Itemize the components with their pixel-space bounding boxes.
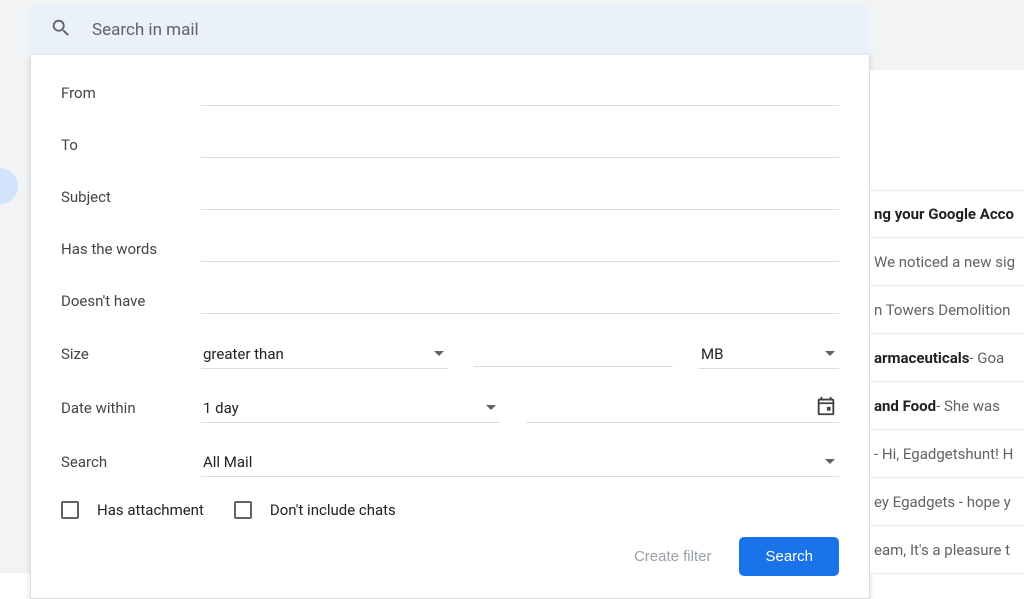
search-bar[interactable]: Search in mail bbox=[30, 5, 870, 55]
mail-row[interactable]: ey Egadgets - hope y bbox=[870, 478, 1024, 526]
size-unit-select[interactable]: MB bbox=[699, 339, 839, 369]
from-label: From bbox=[61, 84, 201, 102]
advanced-search-panel: From To Subject Has the words Doesn't ha… bbox=[30, 55, 870, 599]
from-input[interactable] bbox=[201, 80, 839, 106]
doesnt-have-label: Doesn't have bbox=[61, 292, 201, 310]
search-button[interactable]: Search bbox=[739, 537, 839, 576]
checkbox-row: Has attachment Don't include chats bbox=[61, 501, 839, 519]
mail-snippet-fragment: - Goa bbox=[969, 349, 1004, 367]
mail-snippet-fragment: We noticed a new sig bbox=[874, 253, 1015, 271]
mail-snippet-fragment: - She was bbox=[936, 397, 1000, 415]
chevron-down-icon bbox=[825, 351, 835, 356]
button-row: Create filter Search bbox=[61, 537, 839, 576]
size-label: Size bbox=[61, 345, 201, 363]
date-range-select[interactable]: 1 day bbox=[201, 393, 500, 423]
has-words-label: Has the words bbox=[61, 240, 201, 258]
chevron-down-icon bbox=[434, 351, 444, 356]
dont-include-chats-checkbox[interactable]: Don't include chats bbox=[234, 501, 396, 519]
has-words-row: Has the words bbox=[61, 235, 839, 263]
mail-subject-fragment: ng your Google Acco bbox=[874, 205, 1014, 223]
chevron-down-icon bbox=[825, 459, 835, 464]
search-icon bbox=[50, 17, 72, 43]
to-input[interactable] bbox=[201, 132, 839, 158]
from-row: From bbox=[61, 79, 839, 107]
doesnt-have-input[interactable] bbox=[201, 288, 839, 314]
has-attachment-checkbox[interactable]: Has attachment bbox=[61, 501, 204, 519]
date-row: Date within 1 day bbox=[61, 393, 839, 423]
size-comparator-select[interactable]: greater than bbox=[201, 339, 448, 369]
calendar-icon bbox=[815, 395, 839, 421]
mail-snippet-fragment: ey Egadgets - hope y bbox=[874, 493, 1011, 511]
search-scope-value: All Mail bbox=[201, 453, 252, 471]
mail-subject-fragment: armaceuticals bbox=[874, 349, 969, 367]
mail-row[interactable]: - Hi, Egadgetshunt! H bbox=[870, 430, 1024, 478]
to-label: To bbox=[61, 136, 201, 154]
date-within-label: Date within bbox=[61, 399, 201, 417]
dont-include-chats-label: Don't include chats bbox=[270, 501, 396, 519]
date-picker[interactable] bbox=[526, 393, 839, 423]
search-scope-row: Search All Mail bbox=[61, 447, 839, 477]
mail-snippet-fragment: n Towers Demolition bbox=[874, 301, 1010, 319]
size-unit-value: MB bbox=[699, 345, 723, 363]
create-filter-button[interactable]: Create filter bbox=[634, 548, 712, 565]
mail-subject-fragment: and Food bbox=[874, 397, 936, 415]
date-range-value: 1 day bbox=[201, 399, 239, 417]
doesnt-have-row: Doesn't have bbox=[61, 287, 839, 315]
mail-snippet-fragment: eam, It's a pleasure t bbox=[874, 541, 1010, 559]
size-comparator-value: greater than bbox=[201, 345, 284, 363]
checkbox-box bbox=[61, 501, 79, 519]
mail-snippet-fragment: - Hi, Egadgetshunt! H bbox=[874, 445, 1013, 463]
chevron-down-icon bbox=[486, 405, 496, 410]
mail-row[interactable]: armaceuticals - Goa bbox=[870, 334, 1024, 382]
mail-row[interactable]: and Food - She was bbox=[870, 382, 1024, 430]
mail-row[interactable]: n Towers Demolition bbox=[870, 286, 1024, 334]
size-amount-input[interactable] bbox=[474, 341, 673, 367]
size-row: Size greater than MB bbox=[61, 339, 839, 369]
mail-row[interactable]: eam, It's a pleasure t bbox=[870, 526, 1024, 574]
search-scope-label: Search bbox=[61, 453, 201, 471]
search-scope-select[interactable]: All Mail bbox=[201, 447, 839, 477]
subject-row: Subject bbox=[61, 183, 839, 211]
mail-list-preview: ng your Google Acco We noticed a new sig n… bbox=[870, 70, 1024, 574]
has-words-input[interactable] bbox=[201, 236, 839, 262]
checkbox-box bbox=[234, 501, 252, 519]
has-attachment-label: Has attachment bbox=[97, 501, 204, 519]
search-placeholder: Search in mail bbox=[92, 20, 199, 40]
subject-label: Subject bbox=[61, 188, 201, 206]
mail-row[interactable]: ng your Google Acco bbox=[870, 190, 1024, 238]
mail-row[interactable]: We noticed a new sig bbox=[870, 238, 1024, 286]
to-row: To bbox=[61, 131, 839, 159]
subject-input[interactable] bbox=[201, 184, 839, 210]
